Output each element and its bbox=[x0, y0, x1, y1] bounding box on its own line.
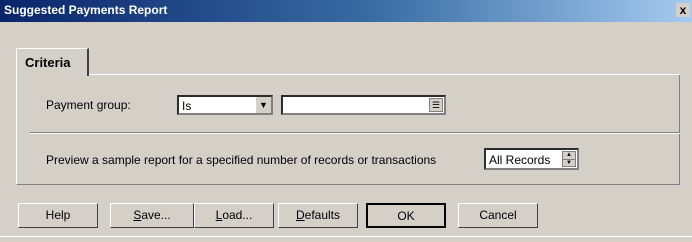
spin-up-icon[interactable]: ▲ bbox=[563, 152, 575, 159]
ok-button[interactable]: OK bbox=[366, 203, 446, 228]
spinner-buttons: ▲ ▼ bbox=[562, 151, 576, 167]
preview-count-value: All Records bbox=[489, 153, 551, 167]
chevron-down-icon[interactable]: ▼ bbox=[255, 97, 271, 113]
spin-down-icon[interactable]: ▼ bbox=[563, 159, 575, 167]
tab-criteria[interactable]: Criteria bbox=[16, 48, 89, 76]
defaults-button[interactable]: Defaults bbox=[278, 203, 358, 228]
operator-select[interactable]: Is ▼ bbox=[177, 95, 273, 115]
tab-criteria-label: Criteria bbox=[25, 55, 71, 70]
payment-group-input[interactable]: ☰ bbox=[281, 95, 446, 115]
cancel-button[interactable]: Cancel bbox=[458, 203, 538, 228]
load-button[interactable]: Load... bbox=[194, 203, 274, 228]
help-button[interactable]: Help bbox=[18, 203, 98, 228]
operator-value: Is bbox=[182, 99, 192, 113]
payment-group-label: Payment group: bbox=[46, 98, 131, 112]
title-bar[interactable]: Suggested Payments Report x bbox=[0, 0, 692, 22]
defaults-button-label: efaults bbox=[304, 208, 341, 222]
save-button-label: ave... bbox=[141, 208, 171, 222]
load-button-label: oad... bbox=[222, 208, 253, 222]
defaults-button-accel: D bbox=[295, 208, 305, 222]
report-dialog: Suggested Payments Report x Criteria Pay… bbox=[0, 0, 692, 242]
save-button[interactable]: Save... bbox=[110, 203, 194, 228]
dialog-bottom-edge bbox=[0, 236, 692, 242]
preview-label: Preview a sample report for a specified … bbox=[46, 153, 437, 167]
close-button[interactable]: x bbox=[676, 3, 690, 17]
preview-count-spinner[interactable]: All Records ▲ ▼ bbox=[484, 148, 579, 170]
separator bbox=[30, 132, 680, 134]
lookup-icon[interactable]: ☰ bbox=[429, 98, 443, 112]
criteria-panel bbox=[16, 75, 680, 185]
window-title: Suggested Payments Report bbox=[4, 3, 168, 17]
